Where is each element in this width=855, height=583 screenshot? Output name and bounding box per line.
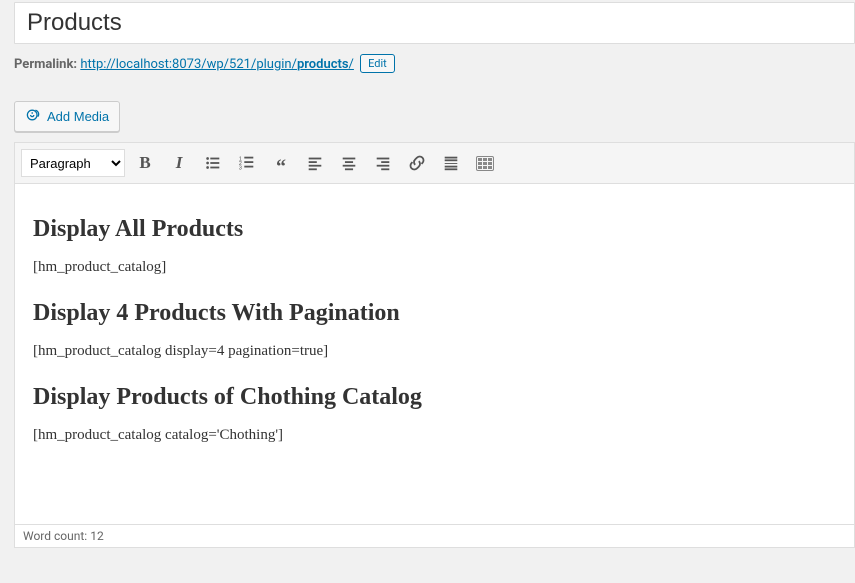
editor-statusbar: Word count: 12 xyxy=(15,524,854,547)
media-icon xyxy=(25,107,41,126)
align-left-icon xyxy=(306,154,324,172)
post-title-input[interactable] xyxy=(14,2,855,44)
permalink-base: http://localhost:8073/wp/521/plugin/ xyxy=(80,57,297,72)
permalink-slug: products xyxy=(297,57,349,72)
permalink-label: Permalink: xyxy=(14,57,77,72)
numbered-list-button[interactable]: 123 xyxy=(233,149,261,177)
read-more-icon xyxy=(442,154,460,172)
content-heading: Display Products of Chothing Catalog xyxy=(33,384,836,411)
align-right-button[interactable] xyxy=(369,149,397,177)
content-heading: Display 4 Products With Pagination xyxy=(33,300,836,327)
insert-more-button[interactable] xyxy=(437,149,465,177)
permalink-row: Permalink: http://localhost:8073/wp/521/… xyxy=(14,54,855,73)
editor-toolbar: Paragraph B I 123 “ xyxy=(15,143,854,184)
align-right-icon xyxy=(374,154,392,172)
permalink-link[interactable]: http://localhost:8073/wp/521/plugin/prod… xyxy=(80,57,354,72)
permalink-edit-button[interactable]: Edit xyxy=(360,54,395,73)
italic-button[interactable]: I xyxy=(165,149,193,177)
svg-text:3: 3 xyxy=(239,165,242,171)
bulleted-list-icon xyxy=(204,154,222,172)
content-paragraph: [hm_product_catalog] xyxy=(33,259,836,276)
content-paragraph: [hm_product_catalog catalog='Chothing'] xyxy=(33,427,836,444)
editor-container: Paragraph B I 123 “ xyxy=(14,142,855,548)
word-count-label: Word count: xyxy=(23,529,87,543)
content-paragraph: [hm_product_catalog display=4 pagination… xyxy=(33,343,836,360)
add-media-button[interactable]: Add Media xyxy=(14,101,120,132)
keyboard-icon xyxy=(476,156,494,171)
content-heading: Display All Products xyxy=(33,216,836,243)
bold-icon: B xyxy=(139,153,150,173)
add-media-label: Add Media xyxy=(47,109,109,124)
permalink-trail: / xyxy=(349,57,354,72)
bold-button[interactable]: B xyxy=(131,149,159,177)
bulleted-list-button[interactable] xyxy=(199,149,227,177)
align-center-button[interactable] xyxy=(335,149,363,177)
align-left-button[interactable] xyxy=(301,149,329,177)
blockquote-button[interactable]: “ xyxy=(267,149,295,177)
insert-link-button[interactable] xyxy=(403,149,431,177)
word-count-value: 12 xyxy=(90,529,104,543)
format-select[interactable]: Paragraph xyxy=(21,149,125,177)
numbered-list-icon: 123 xyxy=(238,154,256,172)
toolbar-toggle-button[interactable] xyxy=(471,149,499,177)
align-center-icon xyxy=(340,154,358,172)
italic-icon: I xyxy=(176,153,183,173)
link-icon xyxy=(408,154,426,172)
editor-content-area[interactable]: Display All Products [hm_product_catalog… xyxy=(15,184,854,524)
